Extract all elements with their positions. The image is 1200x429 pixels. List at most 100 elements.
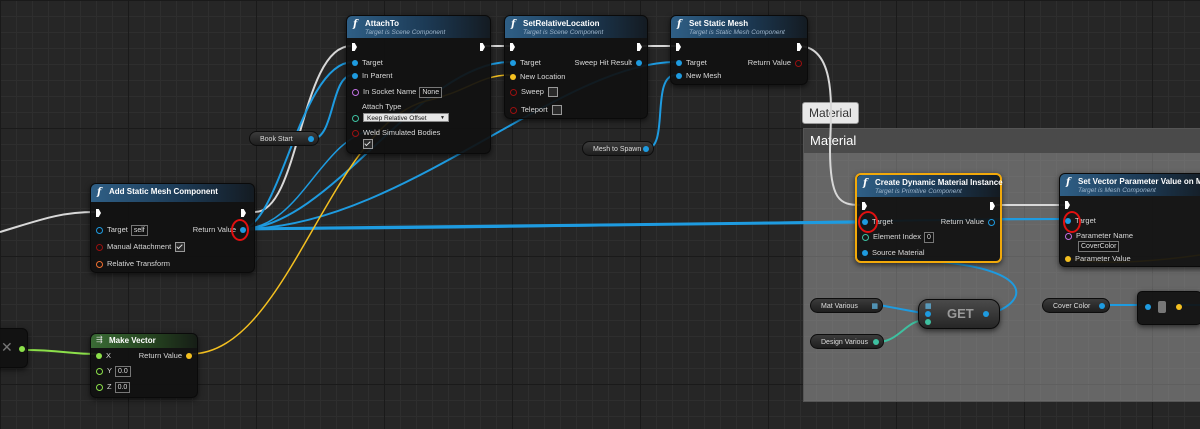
exec-out-pin[interactable] — [797, 43, 802, 51]
socket-name-input[interactable]: None — [419, 86, 443, 98]
manual-attachment-pin[interactable] — [96, 243, 103, 251]
exec-in-pin[interactable] — [352, 43, 357, 51]
exec-in-pin[interactable] — [1065, 201, 1070, 209]
float-wire — [23, 349, 98, 355]
target-pin[interactable] — [510, 60, 516, 67]
x-label: X — [106, 351, 112, 360]
book-start-variable[interactable]: Book Start — [249, 131, 319, 146]
variable-output-pin[interactable] — [643, 146, 649, 152]
socket-name-pin[interactable] — [352, 88, 359, 96]
attach-type-pin[interactable] — [352, 114, 359, 122]
variable-output-pin[interactable] — [873, 339, 879, 345]
z-input[interactable]: 0.0 — [114, 381, 131, 393]
design-various-variable[interactable]: Design Various — [810, 334, 884, 349]
set-vector-parameter-value-node[interactable]: f Set Vector Parameter Value on Materia … — [1059, 173, 1200, 267]
array-icon: ▦ — [871, 303, 878, 310]
object-wire — [645, 74, 677, 150]
exec-out-pin[interactable] — [637, 43, 642, 51]
new-location-pin[interactable] — [510, 74, 516, 81]
parameter-name-pin[interactable] — [1065, 232, 1072, 240]
array-input-pin[interactable] — [925, 311, 931, 317]
make-vector-node[interactable]: ⇶ Make Vector X Return Value Y 0.0 Z 0.0 — [90, 333, 198, 398]
variable-label: Mat Various — [821, 303, 858, 310]
get-output-pin[interactable] — [983, 311, 989, 317]
manual-attachment-checkbox[interactable] — [175, 242, 186, 253]
z-pin[interactable] — [96, 383, 103, 391]
element-index-input[interactable]: 0 — [923, 231, 934, 243]
node-title: SetRelativeLocation — [523, 19, 600, 28]
return-value-pin[interactable] — [988, 218, 995, 226]
x-pin[interactable] — [96, 353, 102, 360]
exec-out-pin[interactable] — [241, 209, 246, 217]
node-title: Set Vector Parameter Value on Materia — [1078, 177, 1200, 186]
return-value-label: Return Value — [192, 225, 236, 234]
new-location-label: New Location — [520, 72, 566, 81]
object-wire — [240, 220, 867, 231]
variable-output-pin[interactable] — [308, 136, 314, 142]
return-value-pin[interactable] — [186, 353, 192, 360]
teleport-checkbox[interactable] — [551, 105, 562, 116]
y-label: Y — [107, 366, 113, 375]
sweep-pin[interactable] — [510, 88, 517, 96]
manual-attachment-label: Manual Attachment — [107, 242, 172, 251]
create-dynamic-material-instance-node[interactable]: f Create Dynamic Material Instance Targe… — [855, 173, 1003, 263]
input-pin[interactable] — [1145, 304, 1151, 310]
exec-in-pin[interactable] — [676, 43, 681, 51]
exec-out-pin[interactable] — [990, 202, 995, 210]
variable-label: Book Start — [260, 136, 293, 143]
get-array-node[interactable]: ▦ GET — [918, 299, 1000, 329]
comment-tab[interactable]: Material — [802, 102, 859, 124]
parameter-name-input[interactable]: CoverColor — [1078, 240, 1120, 252]
add-static-mesh-component-node[interactable]: f Add Static Mesh Component Target self R… — [90, 183, 255, 273]
output-pin[interactable] — [1176, 304, 1182, 310]
comment-title: Material — [804, 129, 1200, 153]
weld-pin[interactable] — [352, 129, 359, 137]
sweep-checkbox[interactable] — [547, 87, 558, 98]
attach-type-dropdown[interactable]: Keep Relative Offset — [363, 113, 449, 123]
parameter-value-pin[interactable] — [1065, 256, 1071, 263]
in-parent-pin[interactable] — [352, 73, 358, 80]
new-mesh-pin[interactable] — [676, 73, 682, 80]
mesh-to-spawn-variable[interactable]: Mesh to Spawn — [582, 141, 654, 156]
source-material-pin[interactable] — [862, 250, 868, 257]
y-pin[interactable] — [96, 367, 103, 375]
attach-to-node[interactable]: f AttachTo Target is Scene Component Tar… — [346, 15, 491, 154]
node-subtitle: Target is Mesh Component — [1078, 187, 1156, 194]
target-pin[interactable] — [676, 60, 682, 67]
return-value-label: Return Value — [138, 351, 182, 360]
exec-out-pin[interactable] — [480, 43, 485, 51]
target-pin[interactable] — [862, 219, 868, 226]
cover-color-variable[interactable]: Cover Color — [1042, 298, 1110, 313]
element-index-pin[interactable] — [862, 233, 869, 241]
partial-node-right[interactable] — [1137, 291, 1200, 325]
weld-label: Weld Simulated Bodies — [363, 128, 441, 137]
return-value-pin[interactable] — [795, 59, 802, 67]
target-pin[interactable] — [96, 226, 103, 234]
target-pin[interactable] — [1065, 218, 1071, 225]
mat-various-variable[interactable]: Mat Various ▦ — [810, 298, 883, 313]
source-material-label: Source Material — [872, 248, 925, 257]
variable-output-pin[interactable] — [1099, 303, 1105, 309]
y-input[interactable]: 0.0 — [115, 365, 131, 377]
exec-in-pin[interactable] — [96, 209, 101, 217]
teleport-pin[interactable] — [510, 106, 517, 114]
target-value[interactable]: self — [130, 224, 148, 236]
index-input-pin[interactable] — [925, 319, 931, 325]
exec-in-pin[interactable] — [862, 202, 867, 210]
sweep-label: Sweep — [521, 87, 544, 96]
variable-label: Mesh to Spawn — [593, 146, 642, 153]
exec-in-pin[interactable] — [510, 43, 515, 51]
partial-node-left[interactable]: ✕ — [0, 328, 28, 368]
return-value-pin[interactable] — [240, 227, 246, 234]
weld-checkbox[interactable] — [363, 139, 373, 150]
float-output-pin[interactable] — [19, 346, 25, 352]
sweep-hit-pin[interactable] — [636, 60, 642, 67]
target-pin[interactable] — [352, 60, 358, 67]
exec-wire — [254, 45, 352, 213]
get-label: GET — [947, 306, 974, 321]
exec-wire — [0, 211, 96, 233]
set-relative-location-node[interactable]: f SetRelativeLocation Target is Scene Co… — [504, 15, 648, 119]
set-static-mesh-node[interactable]: f Set Static Mesh Target is Static Mesh … — [670, 15, 808, 85]
sweep-hit-label: Sweep Hit Result — [574, 58, 632, 67]
relative-transform-pin[interactable] — [96, 260, 103, 268]
